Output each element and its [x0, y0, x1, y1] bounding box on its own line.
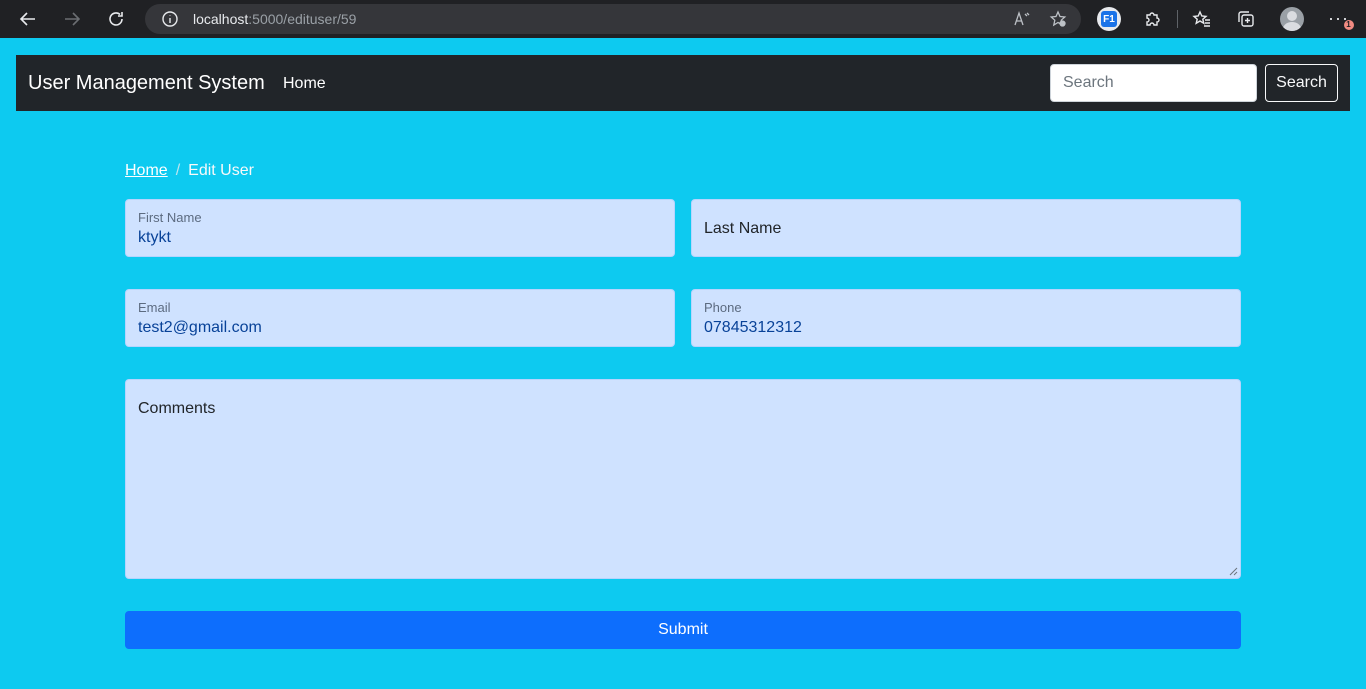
last-name-field[interactable]: Last Name — [691, 199, 1241, 257]
url-text[interactable]: localhost:5000/edituser/59 — [193, 11, 356, 27]
back-arrow-icon[interactable] — [16, 7, 40, 31]
forward-arrow-icon[interactable] — [60, 7, 84, 31]
submit-button[interactable]: Submit — [125, 611, 1241, 649]
last-name-label: Last Name — [704, 220, 782, 237]
extension-icon[interactable]: F1 — [1097, 7, 1121, 31]
resize-handle-icon[interactable] — [1229, 567, 1238, 576]
phone-value[interactable]: 07845312312 — [704, 319, 1204, 337]
first-name-label: First Name — [138, 210, 202, 225]
more-menu-icon[interactable]: ··· 1 — [1328, 8, 1354, 30]
comments-label: Comments — [138, 400, 216, 417]
browser-toolbar: localhost:5000/edituser/59 F1 ··· 1 — [0, 0, 1366, 38]
phone-label: Phone — [704, 300, 742, 315]
notification-badge: 1 — [1344, 20, 1354, 30]
phone-field[interactable]: Phone 07845312312 — [691, 289, 1241, 347]
comments-textarea[interactable]: Comments — [125, 379, 1241, 579]
address-bar[interactable]: localhost:5000/edituser/59 — [145, 4, 1081, 34]
navbar: User Management System Home Search — [16, 55, 1350, 111]
first-name-value[interactable]: ktykt — [138, 229, 638, 247]
search-button[interactable]: Search — [1265, 64, 1338, 102]
read-aloud-icon[interactable] — [1013, 10, 1031, 28]
extensions-puzzle-icon[interactable] — [1142, 8, 1164, 30]
toolbar-divider — [1177, 10, 1178, 28]
favorites-icon[interactable] — [1191, 8, 1213, 30]
collections-icon[interactable] — [1235, 8, 1257, 30]
profile-avatar[interactable] — [1280, 7, 1304, 31]
breadcrumb: Home / Edit User — [125, 162, 254, 180]
brand-title[interactable]: User Management System — [28, 72, 265, 95]
search-input[interactable] — [1050, 64, 1257, 102]
info-icon[interactable] — [161, 10, 179, 28]
nav-link-home[interactable]: Home — [283, 75, 326, 93]
reload-icon[interactable] — [104, 7, 128, 31]
first-name-field[interactable]: First Name ktykt — [125, 199, 675, 257]
email-value[interactable]: test2@gmail.com — [138, 319, 638, 337]
email-label: Email — [138, 300, 171, 315]
favorite-add-icon[interactable] — [1049, 10, 1067, 28]
breadcrumb-current: Edit User — [188, 162, 254, 179]
email-field[interactable]: Email test2@gmail.com — [125, 289, 675, 347]
breadcrumb-home-link[interactable]: Home — [125, 162, 168, 179]
breadcrumb-separator: / — [175, 162, 181, 179]
